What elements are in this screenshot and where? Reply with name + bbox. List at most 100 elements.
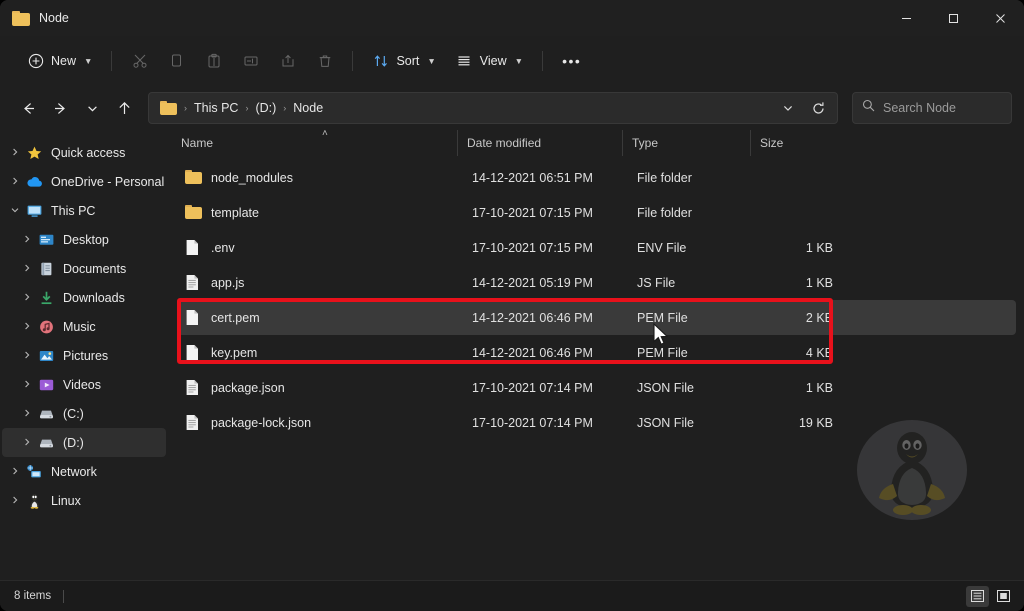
close-icon[interactable] [977,0,1024,36]
chevron-right-icon[interactable] [18,379,36,391]
file-type-cell: JS File [628,276,756,290]
table-row[interactable]: package.json17-10-2021 07:14 PMJSON File… [178,370,1016,405]
breadcrumb[interactable]: › This PC › (D:) › Node [148,92,838,124]
chevron-right-icon[interactable] [6,495,24,507]
sidebar-item-music[interactable]: Music [2,312,166,341]
sidebar-item-pictures[interactable]: Pictures [2,341,166,370]
file-type-cell: File folder [628,171,756,185]
sidebar-item-onedrive-personal[interactable]: OneDrive - Personal [2,167,166,196]
search-input[interactable] [883,101,1002,115]
share-icon [279,53,296,70]
documents-icon [36,260,56,277]
date-modified-cell: 14-12-2021 06:51 PM [463,171,628,185]
back-button[interactable] [12,92,44,124]
toolbar-divider [111,51,112,71]
file-type-cell: JSON File [628,416,756,430]
sidebar-item-label: Desktop [63,233,109,247]
view-button[interactable]: View ▼ [446,45,533,77]
sidebar-item-network[interactable]: Network [2,457,166,486]
breadcrumb-dropdown-icon[interactable] [773,93,803,123]
column-header-size[interactable]: Size [750,130,838,156]
chevron-right-icon[interactable] [18,292,36,304]
breadcrumb-separator: › [243,103,250,113]
date-modified-cell: 14-12-2021 05:19 PM [463,276,628,290]
table-row[interactable]: app.js14-12-2021 05:19 PMJS File1 KB [178,265,1016,300]
chevron-right-icon[interactable] [6,466,24,478]
music-icon [36,318,56,335]
folder-icon [185,204,202,221]
new-button[interactable]: New ▼ [17,45,102,77]
paste-icon [205,53,222,70]
more-options-button[interactable]: ••• [552,45,591,77]
videos-icon [36,376,56,393]
up-button[interactable] [108,92,140,124]
chevron-right-icon[interactable] [18,350,36,362]
column-header-date-modified[interactable]: Date modified [457,130,622,156]
chevron-right-icon[interactable] [18,437,36,449]
rename-button[interactable] [232,45,269,77]
list-view-icon[interactable] [992,586,1015,607]
table-row[interactable]: key.pem14-12-2021 06:46 PMPEM File4 KB [178,335,1016,370]
share-button[interactable] [269,45,306,77]
sidebar-item-this-pc[interactable]: This PC [2,196,166,225]
chevron-down-icon: ▼ [515,56,523,66]
sidebar-item-label: OneDrive - Personal [51,175,164,189]
cloud-icon [24,173,44,190]
desktop-icon [36,231,56,248]
recent-locations-button[interactable] [76,92,108,124]
view-button-label: View [480,54,507,68]
maximize-icon[interactable] [930,0,977,36]
file-name-cell[interactable]: package-lock.json [178,414,463,431]
column-header-name[interactable]: Name ˄ [172,130,457,156]
delete-button[interactable] [306,45,343,77]
sidebar-item-linux[interactable]: Linux [2,486,166,515]
table-row[interactable]: template17-10-2021 07:15 PMFile folder [178,195,1016,230]
sidebar-item-c[interactable]: (C:) [2,399,166,428]
rename-icon [242,53,259,70]
file-type-cell: PEM File [628,346,756,360]
chevron-right-icon[interactable] [18,263,36,275]
refresh-icon[interactable] [803,93,833,123]
breadcrumb-item-this-pc[interactable]: This PC [189,98,243,118]
column-header-type[interactable]: Type [622,130,750,156]
details-view-icon[interactable] [966,586,989,607]
file-name-cell[interactable]: .env [178,239,463,256]
file-name-label: cert.pem [211,311,260,325]
file-name-cell[interactable]: template [178,204,463,221]
search-box[interactable] [852,92,1012,124]
table-row[interactable]: .env17-10-2021 07:15 PMENV File1 KB [178,230,1016,265]
chevron-right-icon[interactable] [18,234,36,246]
chevron-down-icon[interactable] [6,205,24,217]
breadcrumb-item-d-drive[interactable]: (D:) [250,98,281,118]
forward-button[interactable] [44,92,76,124]
chevron-right-icon[interactable] [18,408,36,420]
file-rows: node_modules14-12-2021 06:51 PMFile fold… [172,156,1024,440]
chevron-right-icon[interactable] [18,321,36,333]
file-name-cell[interactable]: key.pem [178,344,463,361]
file-name-cell[interactable]: cert.pem [178,309,463,326]
sidebar-item-label: This PC [51,204,95,218]
copy-button[interactable] [158,45,195,77]
file-name-label: key.pem [211,346,257,360]
breadcrumb-item-node[interactable]: Node [288,98,328,118]
sidebar-item-desktop[interactable]: Desktop [2,225,166,254]
paste-button[interactable] [195,45,232,77]
column-headers: Name ˄ Date modified Type Size [172,130,1024,156]
file-name-cell[interactable]: package.json [178,379,463,396]
sidebar-item-videos[interactable]: Videos [2,370,166,399]
sidebar-item-quick-access[interactable]: Quick access [2,138,166,167]
file-name-cell[interactable]: node_modules [178,169,463,186]
file-name-cell[interactable]: app.js [178,274,463,291]
sidebar-item-downloads[interactable]: Downloads [2,283,166,312]
blank-file-icon [185,309,202,326]
chevron-right-icon[interactable] [6,176,24,188]
table-row[interactable]: node_modules14-12-2021 06:51 PMFile fold… [178,160,1016,195]
sidebar-item-d[interactable]: (D:) [2,428,166,457]
table-row[interactable]: cert.pem14-12-2021 06:46 PMPEM File2 KB [178,300,1016,335]
minimize-icon[interactable] [883,0,930,36]
chevron-right-icon[interactable] [6,147,24,159]
sidebar-item-documents[interactable]: Documents [2,254,166,283]
cut-button[interactable] [121,45,158,77]
sort-button[interactable]: Sort ▼ [362,45,445,77]
address-bar-row: › This PC › (D:) › Node [0,86,1024,130]
